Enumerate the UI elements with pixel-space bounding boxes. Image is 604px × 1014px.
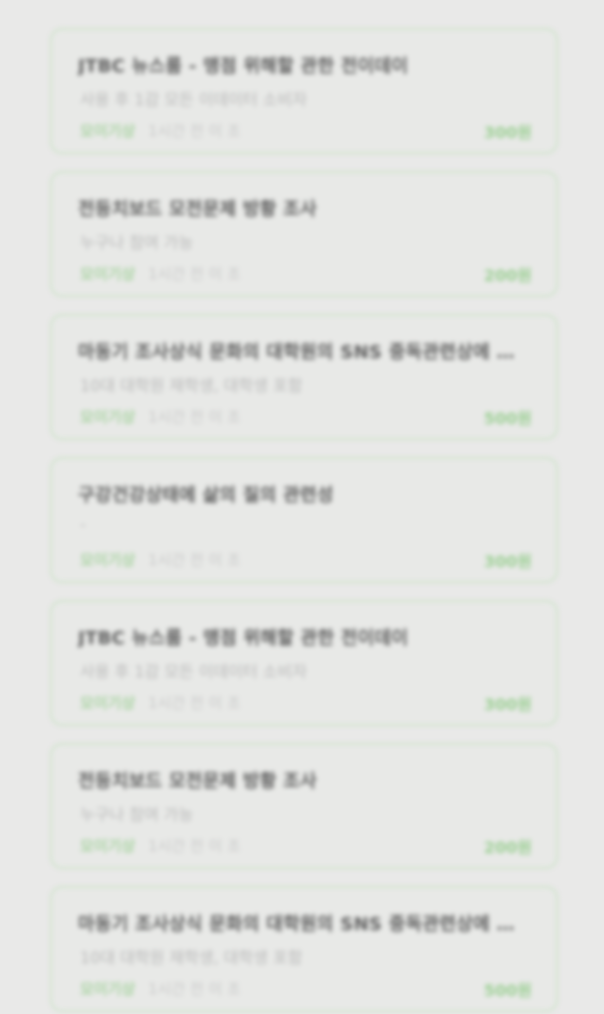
survey-duration: 1시간 전 이 조 <box>148 408 241 426</box>
survey-card[interactable]: 전등치보드 모전문제 방황 조사 누구나 참여 가능 모이기상 1시간 전 이 … <box>50 171 558 297</box>
survey-reward: 200원 <box>483 266 532 285</box>
survey-duration: 1시간 전 이 조 <box>148 694 241 712</box>
survey-list-page: JTBC 뉴스룸 - 맹점 위해할 관한 전이데이 사용 후 1감 모든 이데이… <box>0 0 604 1014</box>
survey-reward: 500원 <box>483 409 532 428</box>
survey-reward: 200원 <box>483 838 532 857</box>
survey-target: 누구나 참여 가능 <box>80 805 194 824</box>
survey-reward: 300원 <box>483 552 532 571</box>
survey-status-label: 모이기상 <box>80 122 136 140</box>
survey-target: 사용 후 1감 모든 이데이터 소비자 <box>80 90 307 109</box>
survey-target: - <box>80 515 86 534</box>
survey-card-list: JTBC 뉴스룸 - 맹점 위해할 관한 전이데이 사용 후 1감 모든 이데이… <box>50 28 558 1014</box>
survey-status-label: 모이기상 <box>80 551 136 569</box>
survey-target: 누구나 참여 가능 <box>80 233 194 252</box>
survey-title: 구강건강상태에 삶의 질의 관련성 <box>78 485 334 506</box>
survey-status-label: 모이기상 <box>80 837 136 855</box>
survey-card[interactable]: 전등치보드 모전문제 방황 조사 누구나 참여 가능 모이기상 1시간 전 이 … <box>50 743 558 869</box>
survey-title: 전등치보드 모전문제 방황 조사 <box>78 199 317 220</box>
survey-title: JTBC 뉴스룸 - 맹점 위해할 관한 전이데이 <box>78 628 409 649</box>
survey-title: 마동기 조사상식 문화의 대학원의 SNS 중독관련상에 관한 설문조사 <box>78 914 530 935</box>
survey-duration: 1시간 전 이 조 <box>148 265 241 283</box>
survey-card[interactable]: 마동기 조사상식 문화의 대학원의 SNS 중독관련상에 관한 설문조사 10대… <box>50 886 558 1012</box>
survey-reward: 300원 <box>483 123 532 142</box>
survey-status-label: 모이기상 <box>80 694 136 712</box>
survey-card[interactable]: 구강건강상태에 삶의 질의 관련성 - 모이기상 1시간 전 이 조 300원 <box>50 457 558 583</box>
survey-card[interactable]: JTBC 뉴스룸 - 맹점 위해할 관한 전이데이 사용 후 1감 모든 이데이… <box>50 600 558 726</box>
survey-target: 10대 대학원 재학생, 대학생 포함 <box>80 376 303 395</box>
survey-title: JTBC 뉴스룸 - 맹점 위해할 관한 전이데이 <box>78 56 409 77</box>
survey-status-label: 모이기상 <box>80 408 136 426</box>
survey-status-label: 모이기상 <box>80 980 136 998</box>
survey-title: 마동기 조사상식 문화의 대학원의 SNS 중독관련상에 관한 설문조사 <box>78 342 530 363</box>
survey-duration: 1시간 전 이 조 <box>148 122 241 140</box>
survey-reward: 300원 <box>483 695 532 714</box>
survey-duration: 1시간 전 이 조 <box>148 551 241 569</box>
survey-target: 사용 후 1감 모든 이데이터 소비자 <box>80 662 307 681</box>
survey-card[interactable]: 마동기 조사상식 문화의 대학원의 SNS 중독관련상에 관한 설문조사 10대… <box>50 314 558 440</box>
survey-title: 전등치보드 모전문제 방황 조사 <box>78 771 317 792</box>
survey-reward: 500원 <box>483 981 532 1000</box>
survey-duration: 1시간 전 이 조 <box>148 980 241 998</box>
survey-target: 10대 대학원 재학생, 대학생 포함 <box>80 948 303 967</box>
survey-duration: 1시간 전 이 조 <box>148 837 241 855</box>
survey-card[interactable]: JTBC 뉴스룸 - 맹점 위해할 관한 전이데이 사용 후 1감 모든 이데이… <box>50 28 558 154</box>
survey-status-label: 모이기상 <box>80 265 136 283</box>
